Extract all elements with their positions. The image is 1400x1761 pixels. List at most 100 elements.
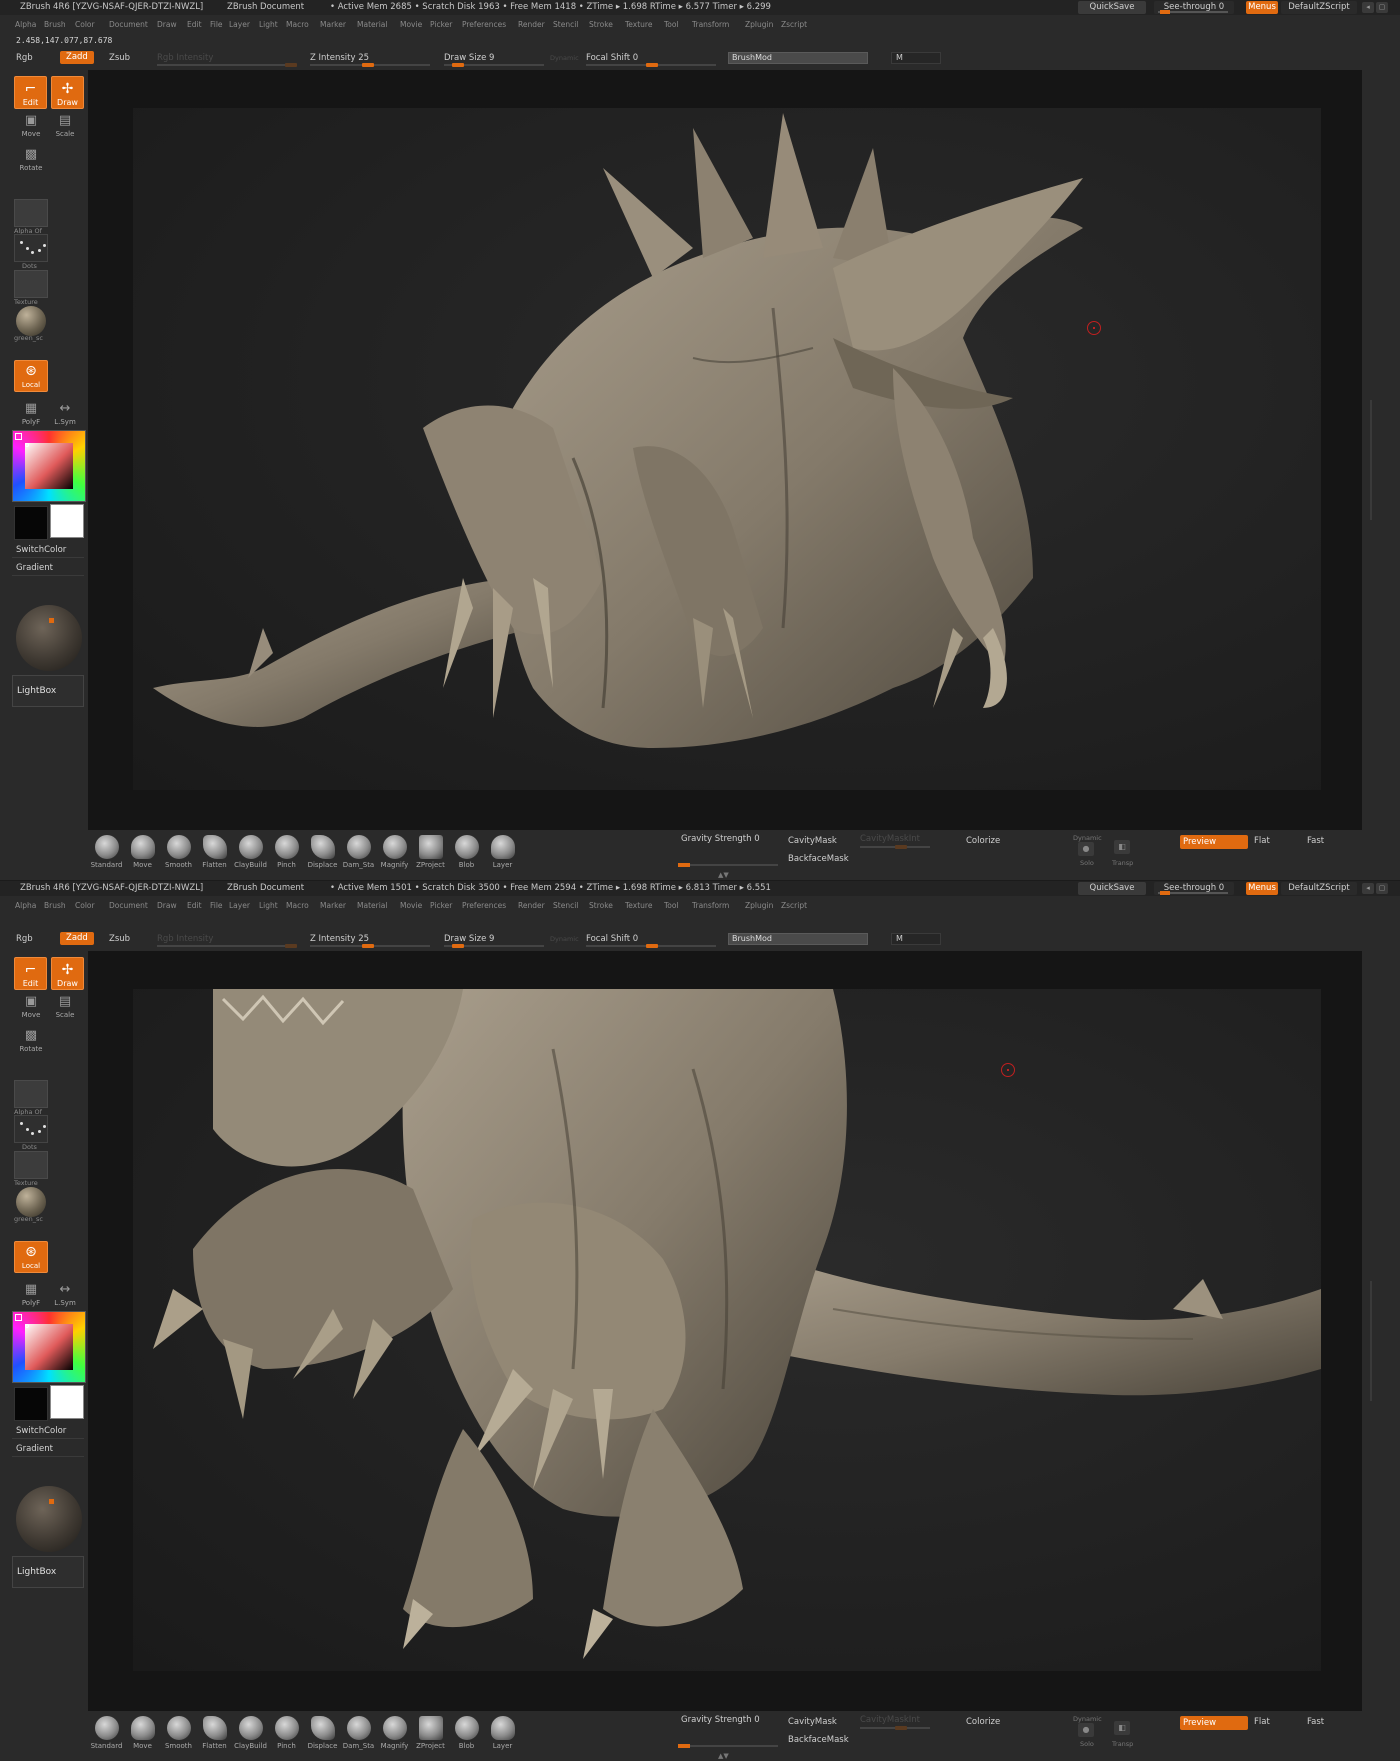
brush-blob[interactable]: Blob (450, 832, 483, 872)
menu-preferences[interactable]: Preferences (462, 16, 506, 34)
local-button[interactable]: ⊛ Local (14, 360, 48, 392)
menu-transform[interactable]: Transform (692, 16, 729, 34)
rgb-toggle[interactable]: Rgb (16, 49, 33, 67)
lightbox-button[interactable]: LightBox (12, 1556, 84, 1588)
brush-blob[interactable]: Blob (450, 1713, 483, 1753)
m-field[interactable]: M (891, 933, 941, 945)
alpha-slot[interactable] (14, 199, 48, 227)
secondary-color-swatch[interactable] (14, 1387, 48, 1421)
fast-button[interactable]: Fast (1307, 836, 1324, 846)
cavitymaskint-slider[interactable]: CavityMaskInt (860, 1715, 920, 1725)
brush-displace[interactable]: Displace (306, 832, 339, 872)
quicksave-button[interactable]: QuickSave (1078, 882, 1146, 895)
material-sphere[interactable] (16, 306, 46, 336)
brush-displace[interactable]: Displace (306, 1713, 339, 1753)
brush-claybuild[interactable]: ClayBuild (234, 1713, 267, 1753)
menu-layer[interactable]: Layer (229, 897, 250, 915)
menu-macro[interactable]: Macro (286, 897, 309, 915)
menu-stroke[interactable]: Stroke (589, 16, 613, 34)
lsym-button[interactable]: ↔ L.Sym (50, 1281, 80, 1307)
stroke-slot[interactable] (14, 234, 48, 262)
brush-zproject[interactable]: ZProject (414, 1713, 447, 1753)
menu-marker[interactable]: Marker (320, 16, 346, 34)
focal-shift-track[interactable] (586, 944, 716, 948)
shelf-expand-icon[interactable]: ▲▼ (718, 1752, 729, 1760)
menu-stencil[interactable]: Stencil (553, 16, 578, 34)
z-intensity-track[interactable] (310, 944, 430, 948)
shelf-expand-icon[interactable]: ▲▼ (718, 871, 729, 879)
brush-layer[interactable]: Layer (486, 832, 519, 872)
menu-document[interactable]: Document (109, 897, 148, 915)
switchcolor-button[interactable]: SwitchColor (12, 543, 84, 558)
menu-stencil[interactable]: Stencil (553, 897, 578, 915)
menu-render[interactable]: Render (518, 16, 545, 34)
focal-shift-track[interactable] (586, 63, 716, 67)
cavitymaskint-track[interactable] (860, 1726, 930, 1730)
brush-standard[interactable]: Standard (90, 1713, 123, 1753)
zadd-toggle[interactable]: Zadd (60, 932, 94, 945)
brush-smooth[interactable]: Smooth (162, 1713, 195, 1753)
brush-move[interactable]: Move (126, 1713, 159, 1753)
sculpt-canvas[interactable] (133, 989, 1321, 1671)
fast-button[interactable]: Fast (1307, 1717, 1324, 1727)
alpha-slot[interactable] (14, 1080, 48, 1108)
menu-zplugin[interactable]: Zplugin (745, 16, 773, 34)
cavitymask-toggle[interactable]: CavityMask (788, 1717, 837, 1727)
polyf-button[interactable]: ▦ PolyF (16, 1281, 46, 1307)
menu-picker[interactable]: Picker (430, 16, 452, 34)
transp-icon[interactable]: ◧ (1114, 1721, 1130, 1735)
brush-layer[interactable]: Layer (486, 1713, 519, 1753)
menu-transform[interactable]: Transform (692, 897, 729, 915)
menu-light[interactable]: Light (259, 16, 278, 34)
see-through-track[interactable] (1158, 10, 1228, 14)
brush-smooth[interactable]: Smooth (162, 832, 195, 872)
menu-texture[interactable]: Texture (625, 897, 652, 915)
gradient-button[interactable]: Gradient (12, 561, 84, 576)
menu-draw[interactable]: Draw (157, 897, 177, 915)
color-picker[interactable] (12, 1311, 86, 1383)
colorize-toggle[interactable]: Colorize (966, 1717, 1000, 1727)
texture-slot[interactable] (14, 270, 48, 298)
gradient-button[interactable]: Gradient (12, 1442, 84, 1457)
menu-render[interactable]: Render (518, 897, 545, 915)
menu-marker[interactable]: Marker (320, 897, 346, 915)
menu-material[interactable]: Material (357, 897, 387, 915)
menu-brush[interactable]: Brush (44, 897, 66, 915)
preview-button[interactable]: Preview (1180, 1716, 1248, 1730)
menu-light[interactable]: Light (259, 897, 278, 915)
menu-file[interactable]: File (210, 16, 223, 34)
local-button[interactable]: ⊛ Local (14, 1241, 48, 1273)
brush-flatten[interactable]: Flatten (198, 1713, 231, 1753)
polyf-button[interactable]: ▦ PolyF (16, 400, 46, 426)
move-button[interactable]: ▣ Move (16, 112, 46, 138)
z-intensity-track[interactable] (310, 63, 430, 67)
draw-button[interactable]: ✢ Draw (51, 957, 84, 990)
brush-magnify[interactable]: Magnify (378, 832, 411, 872)
transp-icon[interactable]: ◧ (1114, 840, 1130, 854)
menu-movie[interactable]: Movie (400, 16, 422, 34)
brushmod-field[interactable]: BrushMod (728, 52, 868, 64)
see-through-track[interactable] (1158, 891, 1228, 895)
menu-brush[interactable]: Brush (44, 16, 66, 34)
quicksave-button[interactable]: QuickSave (1078, 1, 1146, 14)
scale-button[interactable]: ▤ Scale (50, 993, 80, 1019)
texture-slot[interactable] (14, 1151, 48, 1179)
menu-preferences[interactable]: Preferences (462, 897, 506, 915)
brush-dam-standard[interactable]: Dam_Sta (342, 832, 375, 872)
zsub-toggle[interactable]: Zsub (109, 930, 130, 948)
rgb-intensity-track[interactable] (157, 944, 297, 948)
brush-magnify[interactable]: Magnify (378, 1713, 411, 1753)
preview-button[interactable]: Preview (1180, 835, 1248, 849)
minimize-icon[interactable]: ◂ (1362, 2, 1374, 13)
solo-icon[interactable]: ● (1078, 842, 1094, 856)
menu-document[interactable]: Document (109, 16, 148, 34)
draw-size-track[interactable] (444, 63, 544, 67)
color-picker[interactable] (12, 430, 86, 502)
secondary-color-swatch[interactable] (14, 506, 48, 540)
cavitymaskint-track[interactable] (860, 845, 930, 849)
menu-draw[interactable]: Draw (157, 16, 177, 34)
brush-zproject[interactable]: ZProject (414, 832, 447, 872)
maximize-icon[interactable]: ▢ (1376, 883, 1388, 894)
gravity-strength-track[interactable] (678, 863, 778, 867)
brush-flatten[interactable]: Flatten (198, 832, 231, 872)
